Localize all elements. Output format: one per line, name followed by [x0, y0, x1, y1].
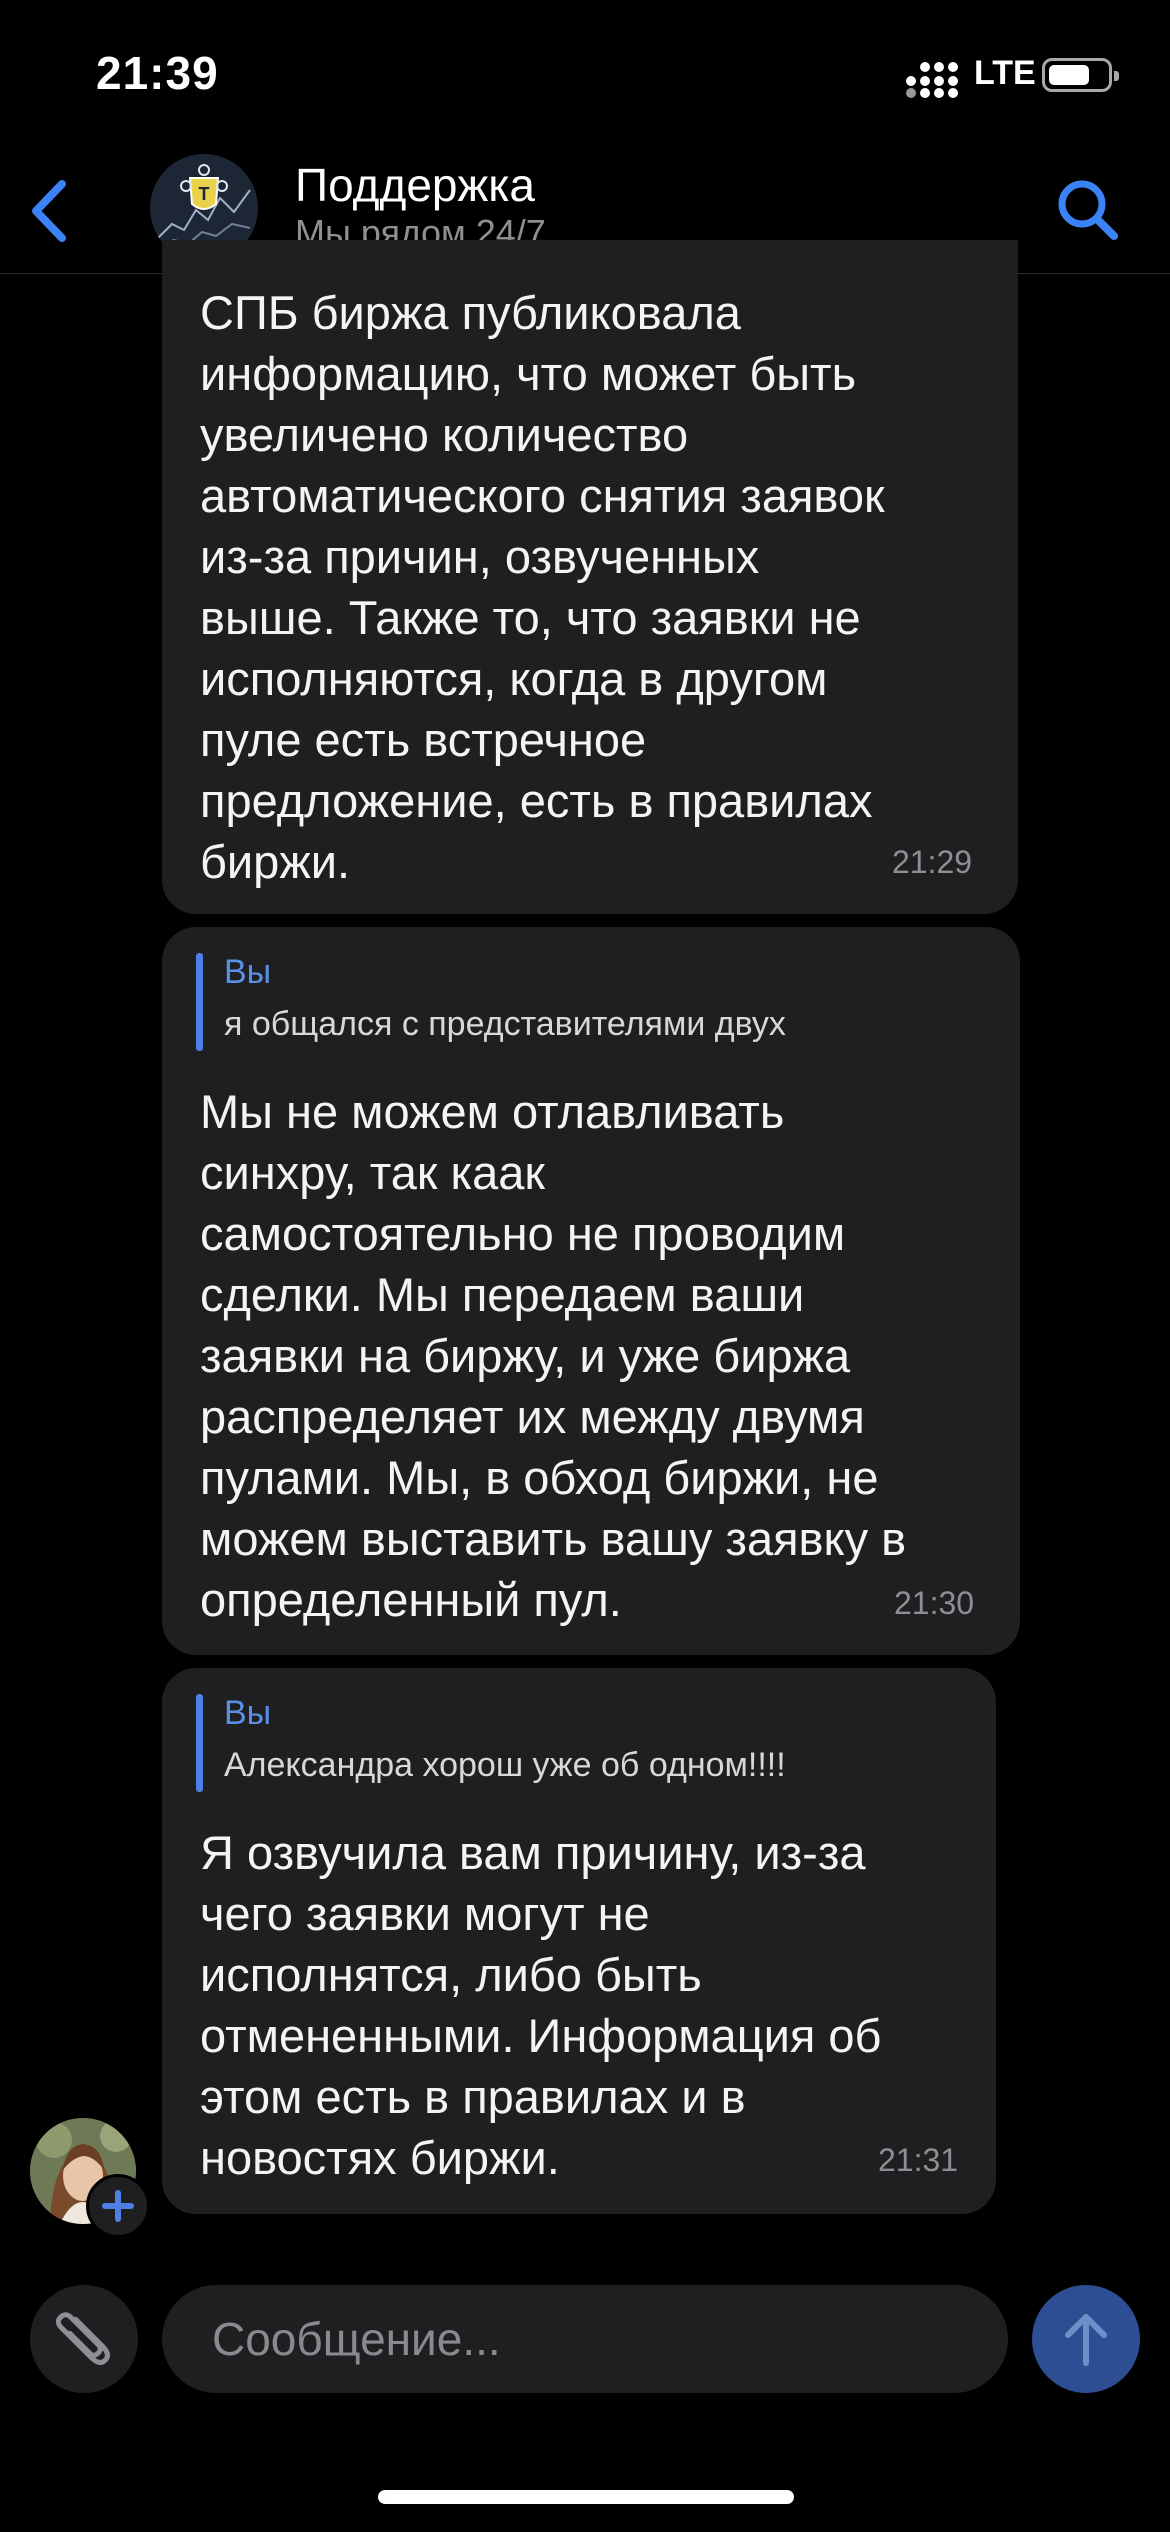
search-button[interactable] — [1052, 174, 1124, 246]
home-indicator[interactable] — [378, 2490, 794, 2504]
reply-text: Александра хорош уже об одном!!!! — [224, 1746, 786, 1784]
attach-button[interactable] — [30, 2285, 138, 2393]
plus-icon — [102, 2190, 134, 2222]
search-icon — [1058, 180, 1118, 240]
reply-fade — [836, 1738, 896, 1788]
reply-preview[interactable]: Вы Александра хорош уже об одном!!!! — [196, 1694, 896, 1792]
network-type: LTE — [974, 54, 1036, 92]
chat-title[interactable]: Поддержка — [295, 158, 535, 212]
cellular-signal-icon — [906, 60, 966, 98]
reply-bar — [196, 1694, 203, 1792]
chevron-left-icon — [32, 180, 66, 242]
reply-text: я общался с представителями двух — [224, 1005, 786, 1043]
reply-author: Вы — [224, 953, 272, 991]
message-text: СПБ биржа публиковала информацию, что мо… — [200, 286, 885, 888]
status-bar: 21:39 LTE — [0, 0, 1170, 150]
message-time: 21:29 — [892, 844, 973, 880]
arrow-up-icon — [1065, 2314, 1107, 2366]
chat-screen: 21:39 LTE T Поддержка Мы рядом 24/7 СПБ … — [0, 0, 1170, 2532]
status-time: 21:39 — [96, 47, 219, 99]
message-time: 21:31 — [878, 2142, 959, 2178]
paperclip-icon — [55, 2312, 110, 2365]
reply-preview[interactable]: Вы я общался с представителями двух — [196, 953, 896, 1051]
message-text: Я озвучила вам причину, из-за чего заявк… — [200, 1826, 882, 2184]
svg-text:T: T — [199, 184, 210, 204]
message-input[interactable] — [162, 2285, 1008, 2393]
message-bubble[interactable]: Вы я общался с представителями двух Мы н… — [162, 927, 1020, 1655]
reply-bar — [196, 953, 203, 1051]
message-bubble[interactable]: СПБ биржа публиковала информацию, что мо… — [162, 240, 1018, 914]
back-button[interactable] — [22, 176, 82, 246]
reply-author: Вы — [224, 1694, 272, 1732]
battery-icon — [1042, 58, 1119, 92]
message-text: Мы не можем отлавливать синхру, так каак… — [200, 1085, 907, 1626]
add-contact-button[interactable] — [86, 2174, 150, 2238]
reply-fade — [836, 997, 896, 1047]
message-bubble[interactable]: Вы Александра хорош уже об одном!!!! Я о… — [162, 1668, 996, 2214]
send-button[interactable] — [1032, 2285, 1140, 2393]
message-time: 21:30 — [894, 1585, 975, 1621]
